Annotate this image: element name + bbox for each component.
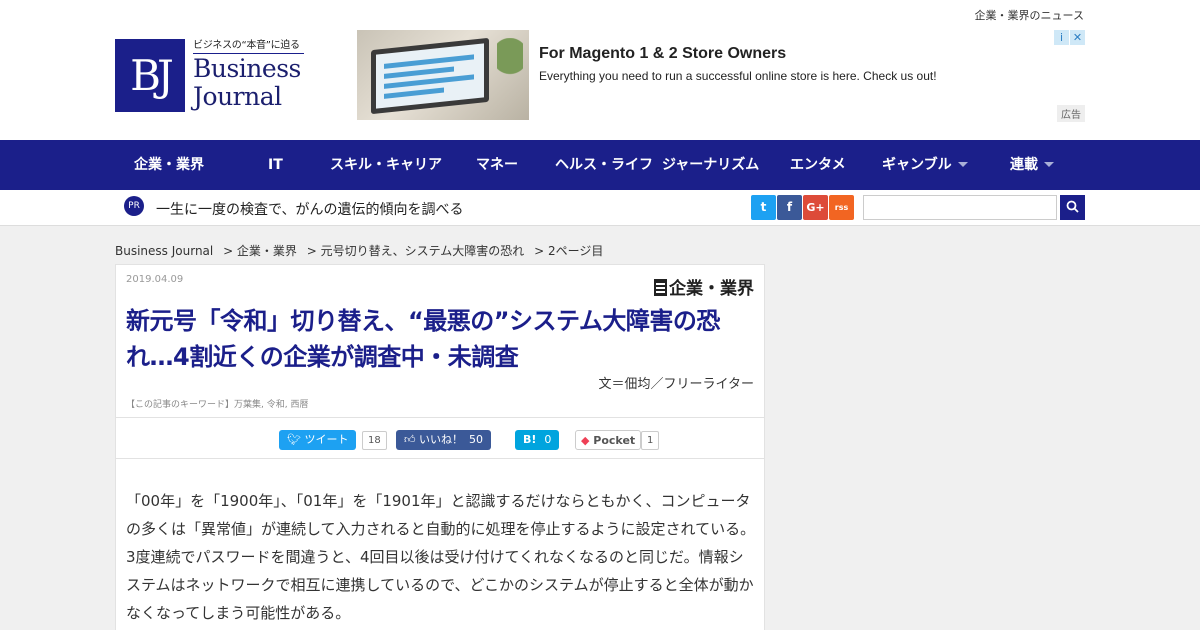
nav-item-business[interactable]: 企業・業界 [134,140,204,190]
ad-label: 広告 [1057,105,1085,122]
banner-ad[interactable]: For Magento 1 & 2 Store Owners Everythin… [357,30,1085,122]
article-category[interactable]: 企業・業界 [654,274,754,299]
twitter-icon[interactable]: t [751,195,776,220]
share-bar: 🐦︎ ツイート 18 👍︎ いいね！ 50 B! 0 ◆ Pocket 1 [116,417,764,459]
thumbs-up-icon: 👍︎ [404,433,419,446]
pocket-label: Pocket [593,434,636,447]
breadcrumb-home[interactable]: Business Journal [115,244,213,258]
sub-header: PR 一生に一度の検査で、がんの遺伝的傾向を調べる t f G+ rss [0,190,1200,226]
pocket-icon: ◆ [581,434,594,447]
chevron-down-icon [957,162,968,167]
plant-image [497,38,523,98]
pr-link[interactable]: 一生に一度の検査で、がんの遺伝的傾向を調べる [156,199,463,219]
nav-item-money[interactable]: マネー [476,140,518,190]
nav-item-entertainment[interactable]: エンタメ [790,140,846,190]
ad-description[interactable]: Everything you need to run a successful … [539,69,937,83]
tweet-count: 18 [362,431,387,450]
logo-word-business: Business [193,54,301,83]
ad-title[interactable]: For Magento 1 & 2 Store Owners [539,45,786,63]
nav-item-skill-career[interactable]: スキル・キャリア [330,140,442,190]
tweet-label: ツイート [304,433,349,446]
hatena-count: 0 [544,433,552,446]
breadcrumb: Business Journal > 企業・業界 > 元号切り替え、システム大障… [115,242,609,259]
nav-item-label: マネー [476,157,518,173]
chevron-down-icon [1044,162,1054,167]
laptop-image [371,37,489,115]
nav-item-label: ヘルス・ライフ [555,157,653,173]
logo-mark: BJ [115,39,185,112]
like-label: いいね！ [419,433,463,446]
tweet-button[interactable]: 🐦︎ ツイート [279,430,357,450]
breadcrumb-page: > 2ページ目 [534,244,604,258]
site-header: 企業・業界のニュース ビジネスの“本音”に迫る BJ Business Jour… [0,0,1200,140]
main-nav: 企業・業界 IT スキル・キャリア マネー ヘルス・ライフ ジャーナリズム エン… [0,140,1200,190]
site-logo[interactable]: ビジネスの“本音”に迫る BJ Business Journal [115,36,305,118]
close-icon[interactable]: ✕ [1070,30,1085,45]
article-body: 「00年」を「1900年」、「01年」を「1901年」と認識するだけならともかく… [126,492,756,622]
category-news-link[interactable]: 企業・業界のニュース [975,7,1084,23]
article-author: 文＝佃均／フリーライター [598,377,754,392]
breadcrumb-category[interactable]: > 企業・業界 [223,244,297,258]
article-date: 2019.04.09 [126,274,184,285]
building-icon [654,279,667,296]
ad-choices[interactable]: i ✕ [1054,30,1085,45]
logo-tagline: ビジネスの“本音”に迫る [193,36,304,54]
hatena-label: B! [523,433,537,446]
nav-item-label: スキル・キャリア [330,157,442,173]
nav-item-label: IT [268,157,283,173]
nav-item-it[interactable]: IT [268,140,283,190]
nav-item-journalism[interactable]: ジャーナリズム [662,140,759,190]
nav-item-label: 連載 [1010,157,1038,173]
nav-item-series[interactable]: 連載 [1010,140,1054,190]
pocket-button[interactable]: ◆ Pocket [575,430,642,450]
nav-item-label: エンタメ [790,157,846,173]
article-keywords[interactable]: 【この記事のキーワード】万葉集, 令和, 西暦 [126,397,308,410]
ad-image[interactable] [357,30,529,120]
rss-icon[interactable]: rss [829,195,854,220]
article-card: 2019.04.09 企業・業界 新元号「令和」切り替え、“最悪の”システム大障… [115,264,765,630]
breadcrumb-article[interactable]: > 元号切り替え、システム大障害の恐れ [307,244,525,258]
nav-item-label: 企業・業界 [134,157,204,173]
like-button[interactable]: 👍︎ いいね！ 50 [396,430,491,450]
like-count: 50 [469,433,483,446]
info-icon[interactable]: i [1054,30,1069,45]
search-button[interactable] [1060,195,1085,220]
nav-item-label: ギャンブル [882,157,952,173]
facebook-icon[interactable]: f [777,195,802,220]
nav-item-label: ジャーナリズム [662,157,760,173]
google-plus-icon[interactable]: G+ [803,195,828,220]
nav-item-gamble[interactable]: ギャンブル [882,140,968,190]
social-links: t f G+ rss [751,195,854,220]
article-title: 新元号「令和」切り替え、“最悪の”システム大障害の恐れ…4割近くの企業が調査中・… [126,307,720,371]
hatena-bookmark-button[interactable]: B! 0 [515,430,560,450]
nav-item-health-life[interactable]: ヘルス・ライフ [555,140,653,190]
search-input[interactable] [863,195,1057,220]
pocket-count: 1 [641,431,660,450]
article-category-label: 企業・業界 [669,279,754,299]
pr-badge: PR [124,196,144,216]
twitter-icon: 🐦︎ [287,433,305,446]
search-icon [1066,200,1079,213]
logo-word-journal: Journal [193,82,282,111]
